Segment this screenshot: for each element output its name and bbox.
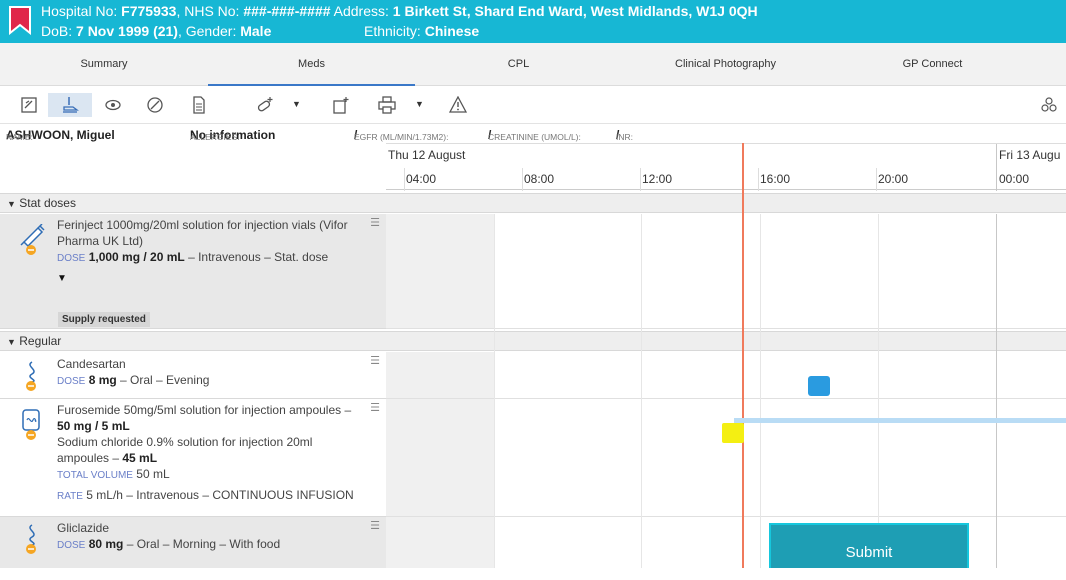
- dob: 7 Nov 1999 (21): [76, 23, 178, 39]
- banner-line-1: Hospital No: F775933, NHS No: ###-###-##…: [41, 3, 758, 19]
- row-menu-icon[interactable]: ☰: [370, 519, 380, 532]
- med-row-candesartan[interactable]: Candesartan DOSE 8 mg – Oral – Evening ☰: [0, 352, 386, 399]
- patient-banner: Hospital No: F775933, NHS No: ###-###-##…: [0, 0, 1066, 43]
- med-description: Furosemide 50mg/5ml solution for injecti…: [57, 403, 354, 502]
- timeline-cell[interactable]: [386, 352, 1066, 399]
- hospital-number: F775933: [121, 3, 177, 19]
- discontinue-icon[interactable]: [142, 93, 168, 117]
- share-icon[interactable]: [1036, 93, 1062, 117]
- hour-label: 20:00: [878, 172, 909, 186]
- med-description: Ferinject 1000mg/20ml solution for injec…: [57, 217, 366, 287]
- hour-label: 12:00: [642, 172, 673, 186]
- banner-line-2: DoB: 7 Nov 1999 (21), Gender: Male: [41, 23, 272, 39]
- tab-gp-connect[interactable]: GP Connect: [829, 43, 1036, 86]
- add-medication-icon[interactable]: [252, 93, 278, 117]
- tab-meds[interactable]: Meds: [208, 43, 415, 86]
- submit-button[interactable]: Submit: [769, 523, 969, 568]
- warning-icon[interactable]: [445, 93, 471, 117]
- tab-bar: Summary Meds CPL Clinical Photography GP…: [0, 43, 1066, 86]
- address: 1 Birkett St, Shard End Ward, West Midla…: [392, 3, 758, 19]
- group-regular[interactable]: ▼ Regular: [0, 331, 1066, 351]
- infusion-icon: [22, 409, 40, 440]
- bookmark-icon[interactable]: [8, 5, 32, 35]
- day-label: Fri 13 Augu: [999, 148, 1061, 162]
- chevron-down-icon[interactable]: ▼: [292, 99, 301, 109]
- status-badge: Supply requested: [58, 312, 150, 327]
- tab-cpl[interactable]: CPL: [415, 43, 622, 86]
- med-row-furosemide[interactable]: Furosemide 50mg/5ml solution for injecti…: [0, 399, 386, 517]
- patient-info-bar: NAME: ASHWOON, Miguel ALLERGIES: No info…: [6, 128, 633, 142]
- expand-caret-icon[interactable]: ▼: [57, 271, 366, 287]
- view-icon[interactable]: [100, 93, 126, 117]
- med-description: Gliclazide DOSE 80 mg – Oral – Morning –…: [57, 521, 281, 551]
- hour-label: 04:00: [406, 172, 437, 186]
- timeline-cell[interactable]: [386, 399, 1066, 517]
- infusion-bar[interactable]: [734, 418, 1066, 423]
- gender: Male: [240, 23, 272, 39]
- hour-label: 08:00: [524, 172, 555, 186]
- hour-label: 16:00: [760, 172, 791, 186]
- med-row-gliclazide[interactable]: Gliclazide DOSE 80 mg – Oral – Morning –…: [0, 517, 386, 568]
- toolbar: ▼ ▼: [0, 86, 1066, 124]
- med-description: Candesartan DOSE 8 mg – Oral – Evening: [57, 357, 210, 387]
- oral-medication-icon: [26, 361, 36, 391]
- row-menu-icon[interactable]: ☰: [370, 401, 380, 414]
- injection-icon: [20, 224, 45, 255]
- add-order-icon[interactable]: [328, 93, 354, 117]
- med-row-ferinject[interactable]: Ferinject 1000mg/20ml solution for injec…: [0, 214, 386, 329]
- chevron-down-icon[interactable]: ▼: [415, 99, 424, 109]
- hour-label: 00:00: [999, 172, 1030, 186]
- group-stat-doses[interactable]: ▼ Stat doses: [0, 193, 1066, 213]
- oral-medication-icon: [26, 524, 36, 554]
- row-menu-icon[interactable]: ☰: [370, 216, 380, 229]
- due-dose-marker[interactable]: [722, 423, 744, 443]
- nhs-number: ###-###-####: [243, 3, 331, 19]
- prescribe-icon[interactable]: [16, 93, 42, 117]
- tab-summary[interactable]: Summary: [0, 43, 208, 86]
- day-label: Thu 12 August: [388, 148, 466, 162]
- current-time-line: [742, 143, 744, 568]
- print-icon[interactable]: [374, 93, 400, 117]
- tab-clinical-photography[interactable]: Clinical Photography: [622, 43, 829, 86]
- administer-icon[interactable]: [48, 93, 92, 117]
- timeline-cell[interactable]: [386, 214, 1066, 329]
- document-icon[interactable]: [186, 93, 212, 117]
- ethnicity: Ethnicity: Chinese: [364, 23, 480, 39]
- timeline-header: Thu 12 August Fri 13 Augu 04:00 08:00 12…: [386, 143, 1066, 191]
- row-menu-icon[interactable]: ☰: [370, 354, 380, 367]
- scheduled-dose-marker[interactable]: [808, 376, 830, 396]
